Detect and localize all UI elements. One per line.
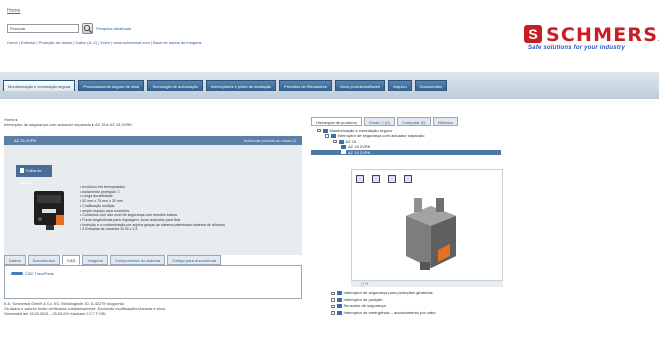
tree-node[interactable]: Interruptor de emergência – accionamento… (331, 310, 501, 317)
expand-icon (331, 311, 335, 315)
product-tree: Monitorização e comutação segura Interru… (311, 128, 501, 156)
product-image (34, 191, 64, 230)
view-front-icon[interactable] (356, 175, 364, 183)
hierarchy-tabs: Hierarquia de produtos Cesto ☐ (0) Compa… (311, 117, 459, 126)
advanced-search-link[interactable]: Pesquisa detalhada (96, 26, 131, 31)
folder-icon (322, 128, 328, 133)
legal-line-3: Generated am 16.03.2015 – 05:03:22h Kasb… (4, 311, 106, 316)
tab-history[interactable]: Histórico (432, 117, 459, 126)
nav-tab-automation[interactable]: Tecnologia de automação (147, 80, 203, 91)
product-icon (341, 144, 346, 149)
view-top-icon[interactable] (372, 175, 380, 183)
tab-documents[interactable]: Documentos (27, 255, 61, 265)
tab-order-code[interactable]: Código para encomenda (167, 255, 221, 265)
tab-compare[interactable]: Comparar (0) (396, 117, 431, 126)
home-link[interactable]: Home (7, 8, 20, 14)
search-input[interactable]: Procurar (7, 24, 79, 33)
tab-system-components[interactable]: Componentes do sistema (109, 255, 166, 265)
breadcrumb: Home ▸ Interruptor de segurança com actu… (4, 117, 132, 127)
folder-icon (336, 291, 342, 296)
cad-tab-content: CAD TraceParts (4, 265, 302, 299)
collapse-icon (325, 134, 329, 138)
breadcrumb-path[interactable]: Interruptor de segurança com actuador se… (4, 122, 132, 127)
expand-icon (331, 304, 335, 309)
nav-tab-new-products[interactable]: Novo produto/software (334, 80, 386, 91)
product-panel: Home ▸ Interruptor de segurança com actu… (4, 112, 304, 342)
nav-tab-archive[interactable]: Arquivo (388, 80, 412, 91)
quick-links[interactable]: Home | Editorial | Proteção de dados | Í… (7, 40, 202, 45)
collapse-icon (317, 128, 321, 133)
collapse-icon (333, 139, 337, 144)
viewer-footer: ▢ ⟳ (351, 281, 503, 287)
traceparts-link[interactable]: CAD TraceParts (11, 271, 54, 276)
product-title-bar: AZ 15 ZVRK Adicionar produto ao cesto ☑ (4, 136, 302, 145)
tree-node-selected[interactable]: AZ 15 ZVRK (311, 149, 501, 156)
tab-product-hierarchy[interactable]: Hierarquia de produtos (311, 117, 362, 126)
tab-data[interactable]: Dados (4, 255, 26, 265)
expand-icon (331, 291, 335, 296)
tab-cart[interactable]: Cesto ☐ (0) (363, 117, 395, 126)
view-side-icon[interactable] (404, 175, 412, 183)
cad-viewer[interactable] (351, 169, 503, 281)
brand-name: SCHMERSAL (546, 24, 659, 46)
tab-cad[interactable]: CAD (62, 255, 81, 265)
tree-node-label: Interruptor de emergência – accionamento… (343, 309, 436, 315)
tree-node-label: Interruptor de posição (343, 296, 383, 302)
main-nav-tabs: Monitorização e comutação segura Process… (3, 80, 448, 91)
document-icon (20, 168, 24, 174)
legal-notice: K.A. Schmersal GmbH & Co. KG, Möddinghof… (4, 302, 304, 316)
folder-icon (336, 304, 342, 309)
datasheet-button[interactable]: Folha de dados (16, 165, 52, 185)
viewer-toolbar (356, 175, 412, 183)
folder-icon (330, 134, 336, 139)
folder-icon (336, 297, 342, 302)
product-info-box: Folha de dados Invólucro em termoplástic… (4, 145, 302, 255)
hierarchy-panel: Hierarquia de produtos Cesto ☐ (0) Compa… (311, 114, 503, 342)
product-title: AZ 15 ZVRK (14, 138, 37, 143)
folder-icon (338, 139, 344, 144)
expand-icon (331, 298, 335, 302)
nav-tab-documents[interactable]: Documentos (414, 80, 448, 91)
product-icon (341, 150, 346, 155)
view-iso-icon[interactable] (388, 175, 396, 183)
product-tree-bottom: Interruptor de segurança para proteções … (331, 290, 501, 316)
folder-icon (336, 311, 342, 316)
tree-node-label: Interruptor de segurança para proteções … (343, 290, 433, 295)
nav-tab-elevator-products[interactable]: Produtos de Elevadores (279, 80, 332, 91)
brand-slogan: Safe solutions for your industry (528, 45, 626, 51)
tree-node[interactable]: Interruptor de segurança para proteções … (331, 290, 501, 297)
search-icon (83, 24, 93, 34)
tree-node[interactable]: Sensores de segurança (331, 303, 501, 310)
brand-logo-icon: S (524, 25, 542, 43)
tree-node-label: Sensores de segurança (343, 303, 386, 309)
traceparts-label: CAD TraceParts (25, 271, 54, 276)
tree-node-label: AZ 15 ZVRK (348, 149, 371, 155)
feature-item: 3 Entradas de condutor M 16 x 1,5 (80, 227, 225, 232)
tab-images[interactable]: Imagens (82, 255, 108, 265)
nav-tab-pilot-switches[interactable]: Interruptores e piloto de avaliação (205, 80, 277, 91)
traceparts-logo-icon (11, 272, 23, 276)
nav-tab-monitoring[interactable]: Monitorização e comutação segura (3, 80, 76, 91)
nav-tab-signal-processing[interactable]: Processamento seguro de sinal (78, 80, 145, 91)
tree-node[interactable]: Interruptor de posição (331, 297, 501, 304)
feature-list: Invólucro em termoplástico Isolamento pr… (80, 185, 225, 232)
add-to-cart-link[interactable]: Adicionar produto ao cesto ☑ (244, 136, 296, 145)
search-button[interactable] (82, 23, 93, 34)
detail-tabs: Dados Documentos CAD Imagens Componentes… (4, 255, 221, 265)
cad-model-image (406, 198, 456, 270)
